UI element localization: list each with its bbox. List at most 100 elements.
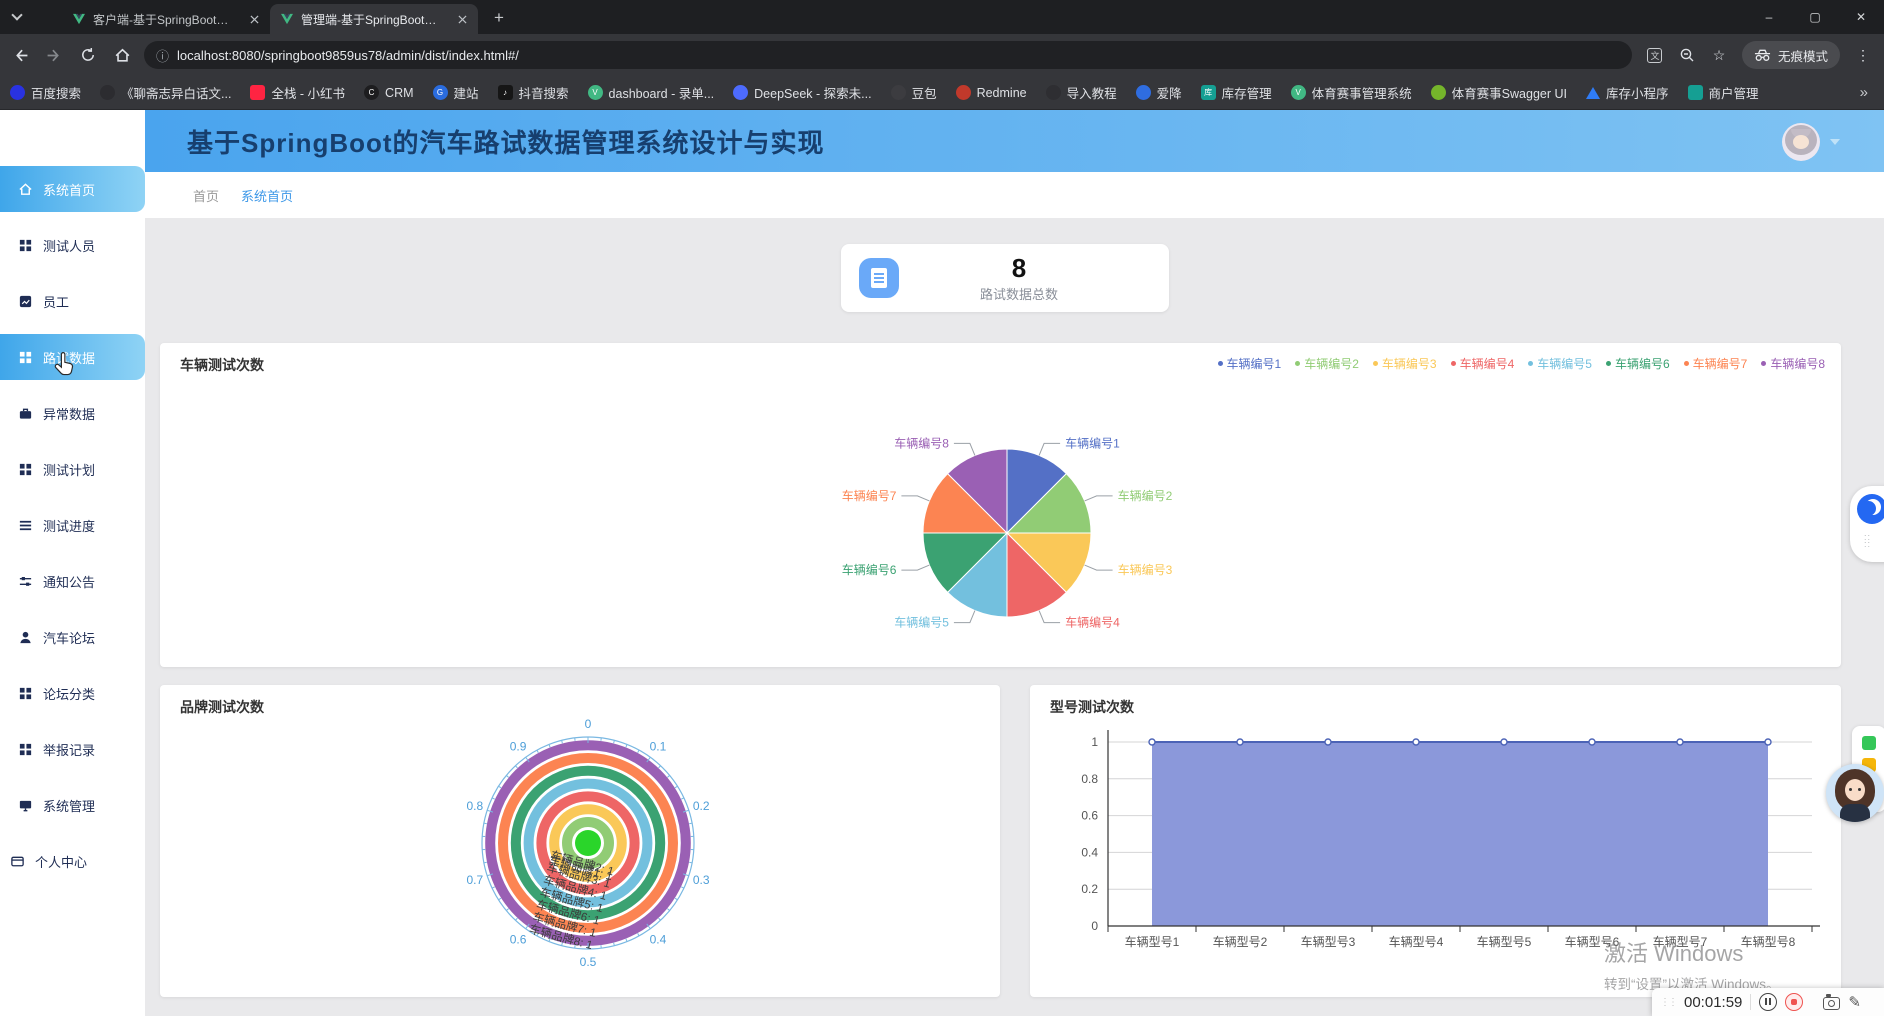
reload-button[interactable] [74, 41, 102, 69]
legend-item[interactable]: 车辆编号6 [1606, 355, 1670, 372]
bookmark-favicon: C [364, 85, 379, 100]
sidebar-item-label: 异常数据 [43, 404, 95, 423]
tab-close-button[interactable] [246, 11, 262, 27]
document-icon [859, 258, 899, 298]
sidebar-item-11[interactable]: 举报记录 [0, 726, 145, 772]
camera-icon[interactable] [1823, 997, 1840, 1010]
sliders-icon [18, 574, 33, 589]
user-avatar[interactable] [1782, 123, 1820, 161]
bookmark-label: 爱降 [1157, 83, 1182, 102]
browser-tab-1[interactable]: 客户端-基于SpringBoot的汽车 [62, 4, 270, 34]
bookmark-favicon: G [433, 85, 448, 100]
bookmark-star-icon[interactable]: ☆ [1706, 42, 1732, 68]
tab-close-button[interactable] [454, 11, 470, 27]
window-minimize-button[interactable]: – [1746, 0, 1792, 34]
svg-text:车辆型号1: 车辆型号1 [1125, 934, 1180, 949]
bookmark-item[interactable]: G 建站 [433, 83, 479, 102]
bookmark-item[interactable]: CCRM [364, 85, 413, 100]
sidebar-item-7[interactable]: 测试进度 [0, 502, 145, 548]
breadcrumb-current[interactable]: 系统首页 [241, 186, 293, 205]
bookmark-item[interactable]: 体育赛事Swagger UI [1431, 83, 1567, 102]
sidebar-item-10[interactable]: 论坛分类 [0, 670, 145, 716]
pause-icon[interactable] [1759, 993, 1777, 1011]
pencil-icon[interactable]: ✎ [1848, 993, 1861, 1011]
menu-kebab-icon[interactable]: ⋮ [1850, 42, 1876, 68]
bookmark-item[interactable]: 爱降 [1136, 83, 1182, 102]
widget-drag-dots-icon[interactable]: :::: [1864, 534, 1880, 550]
legend-item[interactable]: 车辆编号7 [1684, 355, 1748, 372]
bookmark-item[interactable]: 全栈 - 小红书 [250, 83, 345, 102]
legend-item[interactable]: 车辆编号8 [1761, 355, 1825, 372]
address-bar[interactable]: ⓘ localhost:8080/springboot9859us78/admi… [144, 41, 1632, 69]
forward-button[interactable] [40, 41, 68, 69]
legend-item[interactable]: 车辆编号2 [1295, 355, 1359, 372]
bookmark-item[interactable]: 百度搜索 [10, 83, 81, 102]
svg-text:车辆编号5: 车辆编号5 [894, 615, 949, 630]
caret-down-icon [1830, 139, 1840, 145]
bookmark-item[interactable]: DeepSeek - 探索未... [733, 83, 871, 102]
vehicle-pie-chart[interactable]: 车辆编号1 车辆编号2 车辆编号3 车辆编号4 车辆编号5 车辆编号6 车辆编号7 车辆编号8 [160, 343, 1841, 667]
sidebar-item-13[interactable]: 个人中心 [0, 838, 145, 884]
drag-handle[interactable]: ⋮⋮ [1660, 997, 1676, 1008]
site-info-icon[interactable]: ⓘ [156, 46, 169, 65]
assistant-logo-icon[interactable] [1857, 494, 1884, 524]
bookmark-label: 建站 [454, 83, 479, 102]
recorder-camera-avatar[interactable] [1826, 764, 1884, 822]
bookmark-favicon: V [1291, 85, 1306, 100]
zoom-out-icon[interactable] [1674, 42, 1700, 68]
legend-item[interactable]: 车辆编号3 [1373, 355, 1437, 372]
tab-search-button[interactable] [0, 0, 34, 34]
bookmark-label: 百度搜索 [31, 83, 81, 102]
sidebar-item-12[interactable]: 系统管理 [0, 782, 145, 828]
sidebar-item-6[interactable]: 测试计划 [0, 446, 145, 492]
breadcrumb-home[interactable]: 首页 [193, 186, 219, 205]
sidebar-item-8[interactable]: 通知公告 [0, 558, 145, 604]
assistant-side-widget[interactable]: :::: [1850, 486, 1884, 562]
sidebar-item-9[interactable]: 汽车论坛 [0, 614, 145, 660]
legend-item[interactable]: 车辆编号5 [1528, 355, 1592, 372]
sidebar-item-5[interactable]: 异常数据 [0, 390, 145, 436]
stat-card-road-test-total: 8 路试数据总数 [841, 244, 1169, 312]
legend-item[interactable]: 车辆编号1 [1218, 355, 1282, 372]
bookmark-favicon [891, 85, 906, 100]
bookmark-item[interactable]: 豆包 [891, 83, 937, 102]
svg-text:0.2: 0.2 [1081, 882, 1098, 896]
chart-title: 车辆测试次数 [180, 355, 264, 375]
browser-tab-2[interactable]: 管理端-基于SpringBoot的汽车 [270, 4, 478, 34]
window-close-button[interactable]: ✕ [1838, 0, 1884, 34]
sidebar-item-1[interactable]: 系统首页 [0, 166, 145, 212]
bookmarks-overflow-button[interactable]: » [1860, 84, 1874, 101]
back-button[interactable] [6, 41, 34, 69]
new-tab-button[interactable]: + [486, 5, 512, 31]
legend-item[interactable]: 车辆编号4 [1451, 355, 1515, 372]
sidebar-item-3[interactable]: 员工 [0, 278, 145, 324]
bookmark-favicon [100, 85, 115, 100]
bookmark-item[interactable]: 库存小程序 [1586, 83, 1669, 102]
bookmark-favicon: 库 [1201, 85, 1216, 100]
chevron-down-icon [11, 9, 22, 20]
bookmark-item[interactable]: V 体育赛事管理系统 [1291, 83, 1412, 102]
toolbar-right: 文 ☆ 无痕模式 ⋮ [1642, 41, 1876, 69]
bookmark-item[interactable]: Redmine [956, 85, 1027, 100]
vue-logo-icon [280, 13, 294, 25]
stop-record-icon[interactable] [1785, 993, 1803, 1011]
vehicle-test-count-card: 车辆测试次数 车辆编号1车辆编号2车辆编号3车辆编号4车辆编号5车辆编号6车辆编… [160, 343, 1841, 667]
svg-text:0.8: 0.8 [1081, 772, 1098, 786]
bookmark-item[interactable]: ♪抖音搜索 [498, 83, 569, 102]
bookmark-item[interactable]: 导入教程 [1046, 83, 1117, 102]
bookmark-label: 体育赛事Swagger UI [1452, 83, 1567, 102]
brand-polar-chart[interactable]: 00.10.20.30.40.50.60.70.80.9车辆品牌1: 1车辆品牌… [160, 685, 1000, 997]
bookmark-favicon: V [588, 85, 603, 100]
window-maximize-button[interactable]: ▢ [1792, 0, 1838, 34]
bookmark-item[interactable]: 商户管理 [1688, 83, 1759, 102]
bookmark-item[interactable]: Vdashboard - 录单... [588, 83, 715, 102]
bookmark-item[interactable]: 库库存管理 [1201, 83, 1272, 102]
bookmark-item[interactable]: 《聊斋志异白话文... [100, 83, 231, 102]
bookmark-label: 豆包 [912, 83, 937, 102]
translate-icon[interactable]: 文 [1642, 42, 1668, 68]
watermark-line1: 激活 Windows [1604, 936, 1780, 968]
home-button[interactable] [108, 41, 136, 69]
user-menu[interactable] [1782, 123, 1840, 161]
bookmark-label: 体育赛事管理系统 [1312, 83, 1412, 102]
sidebar-item-2[interactable]: 测试人员 [0, 222, 145, 268]
